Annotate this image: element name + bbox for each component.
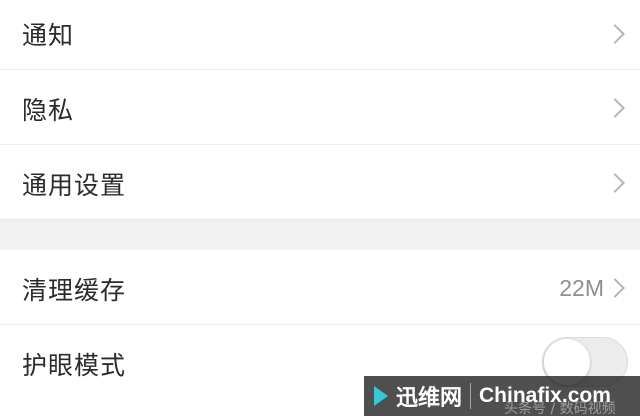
settings-item-label: 清理缓存 [22, 276, 127, 305]
watermark-divider [470, 383, 472, 409]
watermark-brand-cn: 迅维网 [396, 386, 463, 411]
section-divider [0, 219, 640, 251]
watermark-subtext: 头条号 / 数码视频 [504, 401, 616, 417]
cache-size-value: 22M [559, 275, 604, 301]
settings-item-privacy[interactable]: 隐私 [0, 70, 640, 145]
chevron-logo-icon [374, 383, 392, 409]
chevron-right-icon [605, 24, 625, 44]
chevron-right-icon [605, 98, 625, 118]
settings-item-clear-cache[interactable]: 清理缓存 22M [0, 250, 640, 325]
settings-item-label: 通用设置 [22, 171, 127, 200]
chevron-right-icon [605, 173, 625, 193]
settings-item-label: 通知 [22, 21, 75, 50]
settings-item-label: 护眼模式 [22, 351, 127, 380]
settings-item-label: 隐私 [22, 96, 75, 125]
chevron-right-icon [605, 278, 625, 298]
settings-item-notifications[interactable]: 通知 [0, 0, 640, 70]
settings-screen: 通知 隐私 通用设置 清理缓存 22M 护眼模式 迅维网 Chinafix.co… [0, 0, 640, 420]
settings-item-general[interactable]: 通用设置 [0, 145, 640, 219]
